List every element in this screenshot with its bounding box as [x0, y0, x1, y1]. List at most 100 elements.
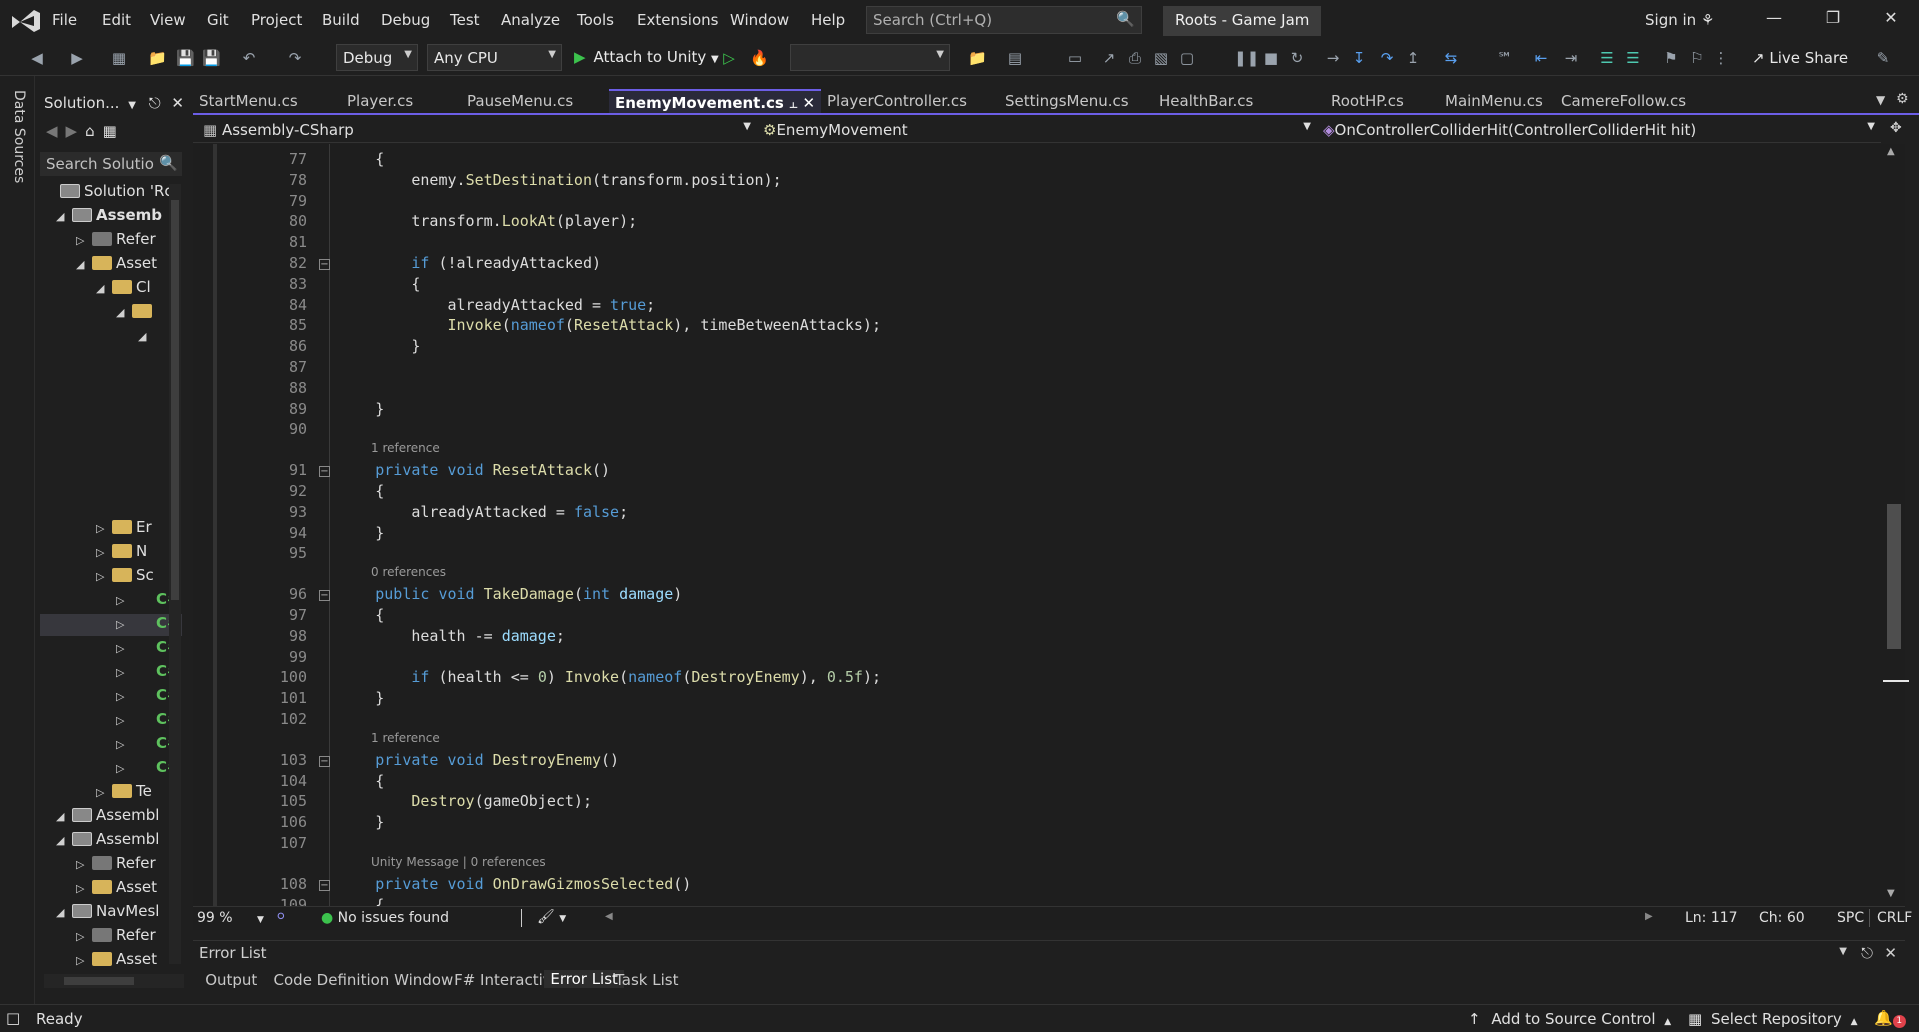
- tree-item[interactable]: ▷ Asset: [76, 878, 182, 900]
- expand-icon[interactable]: ▷: [116, 714, 132, 727]
- tab-settingsmenu[interactable]: SettingsMenu.cs: [999, 89, 1135, 113]
- tab-roothp[interactable]: RootHP.cs: [1325, 89, 1410, 113]
- expand-icon[interactable]: ▷: [96, 546, 112, 559]
- tree-item[interactable]: Solution 'Rc: [44, 182, 182, 204]
- expand-icon[interactable]: ▷: [116, 738, 132, 751]
- menu-project[interactable]: Project: [251, 11, 302, 29]
- menu-edit[interactable]: Edit: [102, 11, 131, 29]
- tab-overflow-icon[interactable]: ▼: [1876, 93, 1885, 107]
- pause-icon[interactable]: ❚❚: [1234, 49, 1259, 67]
- tab-healthbar[interactable]: HealthBar.cs: [1153, 89, 1259, 113]
- tab-enemymovement[interactable]: EnemyMovement.cs ⫠ ✕: [609, 89, 822, 113]
- switch-view-icon[interactable]: ▦: [103, 122, 125, 140]
- tree-item[interactable]: ◢ NavMesl: [56, 902, 182, 924]
- menu-debug[interactable]: Debug: [381, 11, 430, 29]
- expand-icon[interactable]: ▷: [116, 762, 132, 775]
- back-icon[interactable]: ◀: [46, 122, 66, 140]
- menu-analyze[interactable]: Analyze: [501, 11, 560, 29]
- pin-icon[interactable]: ⎋: [1861, 944, 1873, 962]
- scroll-down-icon[interactable]: ▼: [1887, 888, 1895, 899]
- expand-icon[interactable]: ◢: [116, 306, 132, 319]
- scroll-left-icon[interactable]: ◀: [605, 911, 613, 922]
- tree-item[interactable]: ◢ Assembl: [56, 830, 182, 852]
- hex-display-icon[interactable]: ⇆: [1442, 49, 1460, 67]
- expand-icon[interactable]: ◢: [56, 210, 72, 223]
- data-sources-tab[interactable]: Data Sources: [11, 90, 27, 183]
- menu-git[interactable]: Git: [207, 11, 229, 29]
- scroll-thumb[interactable]: [64, 977, 134, 985]
- spelling-icon[interactable]: ℠: [1496, 49, 1514, 67]
- scroll-right-icon[interactable]: ▶: [1645, 911, 1653, 922]
- code-lens[interactable]: 1 reference: [371, 441, 440, 455]
- image-icon[interactable]: ▧: [1152, 49, 1170, 67]
- class-select[interactable]: ⚙EnemyMovement ▼: [759, 119, 1315, 141]
- bookmark-list-icon[interactable]: ⋮: [1712, 49, 1730, 67]
- expand-icon[interactable]: ▷: [96, 570, 112, 583]
- code-editor[interactable]: 77 {78 enemy.SetDestination(transform.po…: [193, 144, 1881, 906]
- toggle-icon[interactable]: ▭: [1066, 49, 1084, 67]
- minimize-button[interactable]: —: [1762, 8, 1786, 32]
- tab-startmenu[interactable]: StartMenu.cs: [193, 89, 304, 113]
- home-icon[interactable]: ⌂: [85, 122, 103, 140]
- expand-icon[interactable]: ▷: [76, 954, 92, 967]
- tab-player[interactable]: Player.cs: [341, 89, 419, 113]
- tab-playercontroller[interactable]: PlayerController.cs: [821, 89, 973, 113]
- menu-file[interactable]: File: [52, 11, 77, 29]
- tree-item[interactable]: ◢ Asset: [76, 254, 182, 276]
- live-share-button[interactable]: ↗ Live Share: [1752, 49, 1848, 67]
- menu-test[interactable]: Test: [450, 11, 480, 29]
- export-icon[interactable]: ↗: [1100, 49, 1118, 67]
- expand-icon[interactable]: ◢: [56, 906, 72, 919]
- issues-indicator[interactable]: ● No issues found: [321, 910, 449, 926]
- layout-icon[interactable]: ▤: [1006, 49, 1024, 67]
- scroll-up-icon[interactable]: ▲: [1887, 146, 1895, 157]
- solution-search-input[interactable]: Search Solutio 🔍: [40, 152, 182, 176]
- hot-reload-icon[interactable]: 🔥: [750, 49, 769, 67]
- editor-vertical-scrollbar[interactable]: ▲ ▼: [1881, 144, 1909, 906]
- attach-to-unity-button[interactable]: ▶ Attach to Unity ▼: [574, 48, 719, 66]
- tree-item[interactable]: ◢ Assemb: [56, 206, 182, 228]
- back-icon[interactable]: ◀: [28, 49, 46, 67]
- restart-icon[interactable]: ↻: [1288, 49, 1306, 67]
- add-to-source-control-button[interactable]: ↑ Add to Source Control ▲: [1468, 1010, 1671, 1028]
- scroll-thumb[interactable]: [1887, 504, 1901, 649]
- expand-icon[interactable]: ◢: [56, 810, 72, 823]
- bookmark-icon[interactable]: ⚑: [1662, 49, 1680, 67]
- tree-item[interactable]: ▷ C#: [40, 614, 182, 636]
- step-into-icon[interactable]: ↧: [1350, 49, 1368, 67]
- close-icon[interactable]: ✕: [171, 94, 184, 112]
- search-input[interactable]: Search (Ctrl+Q) 🔍: [866, 6, 1142, 34]
- chevron-down-icon[interactable]: ▼: [128, 100, 136, 111]
- split-window-icon[interactable]: ✥: [1890, 120, 1902, 136]
- tool-tab-output[interactable]: Output: [205, 971, 257, 989]
- expand-icon[interactable]: ◢: [56, 834, 72, 847]
- expand-icon[interactable]: ◢: [96, 282, 112, 295]
- expand-icon[interactable]: ▷: [76, 882, 92, 895]
- save-all-icon[interactable]: 💾: [202, 49, 221, 67]
- expand-icon[interactable]: ▷: [116, 690, 132, 703]
- zoom-select[interactable]: 99 % ▼: [197, 910, 264, 926]
- line-ending-indicator[interactable]: CRLF: [1869, 910, 1912, 926]
- tool-tab-code-definition-window[interactable]: Code Definition Window: [274, 971, 454, 989]
- menu-help[interactable]: Help: [811, 11, 845, 29]
- show-next-statement-icon[interactable]: →: [1324, 49, 1342, 67]
- outline-icon[interactable]: ⇤: [1532, 49, 1550, 67]
- step-out-icon[interactable]: ↥: [1404, 49, 1422, 67]
- menu-window[interactable]: Window: [730, 11, 789, 29]
- tab-pausemenu[interactable]: PauseMenu.cs: [461, 89, 579, 113]
- solution-scrollbar[interactable]: [169, 184, 181, 964]
- settings-icon[interactable]: ⚙: [1896, 91, 1909, 107]
- tree-item[interactable]: ◢ Assembl: [56, 806, 182, 828]
- tree-item[interactable]: ▷ Asset: [76, 950, 182, 972]
- pin-icon[interactable]: ⎋: [149, 94, 161, 112]
- step-over-icon[interactable]: ↷: [1378, 49, 1396, 67]
- tool-tab-task-list[interactable]: Task List: [615, 971, 678, 989]
- uncomment-icon[interactable]: ☰: [1624, 49, 1642, 67]
- close-window-button[interactable]: ✕: [1879, 8, 1903, 32]
- tab-mainmenu[interactable]: MainMenu.cs: [1439, 89, 1549, 113]
- feedback-icon[interactable]: ✎: [1874, 49, 1892, 67]
- target-select[interactable]: ▼: [790, 44, 950, 71]
- scroll-thumb[interactable]: [171, 200, 179, 600]
- member-select[interactable]: ◈OnControllerColliderHit(ControllerColli…: [1319, 119, 1879, 141]
- close-icon[interactable]: ✕: [1884, 944, 1897, 962]
